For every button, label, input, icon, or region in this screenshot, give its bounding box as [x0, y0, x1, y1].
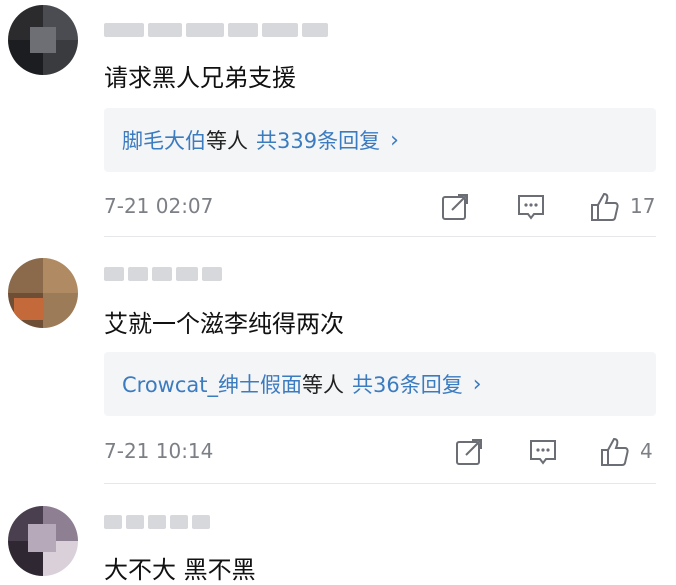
reply-mid-text: 等人 — [206, 129, 248, 153]
thumbs-up-icon[interactable] — [598, 435, 632, 469]
avatar[interactable] — [8, 506, 78, 576]
comment-timestamp: 7-21 10:14 — [104, 439, 214, 463]
avatar-pixel — [30, 27, 56, 53]
comment-item: 请求黑人兄弟支援 脚毛大伯 等人 共339条回复 › 7-21 02:07 17 — [0, 0, 676, 240]
reply-summary[interactable]: 脚毛大伯 等人 共339条回复 › — [104, 108, 656, 172]
divider — [104, 236, 656, 237]
comment-meta-row: 7-21 02:07 17 — [104, 186, 656, 226]
reply-summary[interactable]: Crowcat_绅士假面 等人 共36条回复 › — [104, 352, 656, 416]
like-count: 17 — [630, 194, 656, 218]
comment-icon[interactable] — [526, 435, 560, 469]
like-count: 4 — [640, 439, 653, 463]
comment-text: 艾就一个滋李纯得两次 — [104, 310, 344, 338]
username-blurred[interactable] — [104, 510, 210, 534]
comment-item: 大不大 黑不黑 — [0, 486, 676, 584]
avatar-pixel — [8, 258, 43, 293]
avatar-pixel — [14, 298, 44, 320]
reply-mid-text: 等人 — [302, 373, 345, 397]
avatar[interactable] — [8, 5, 78, 75]
chevron-right-icon: › — [390, 127, 399, 153]
avatar-pixel — [43, 293, 78, 328]
reply-user-link[interactable]: Crowcat_绅士假面 — [122, 369, 302, 399]
thumbs-up-icon[interactable] — [588, 190, 622, 224]
share-icon[interactable] — [438, 190, 472, 224]
comment-text: 请求黑人兄弟支援 — [104, 64, 296, 92]
reply-user-link[interactable]: 脚毛大伯 — [122, 125, 206, 155]
reply-count-link[interactable]: 共339条回复 — [256, 125, 380, 155]
avatar-pixel — [28, 524, 56, 552]
share-icon[interactable] — [452, 435, 486, 469]
chevron-right-icon: › — [472, 371, 482, 397]
comment-text: 大不大 黑不黑 — [104, 556, 256, 584]
divider — [104, 483, 656, 484]
comment-timestamp: 7-21 02:07 — [104, 194, 214, 218]
comment-meta-row: 7-21 10:14 4 — [104, 431, 656, 471]
username-blurred[interactable] — [104, 262, 222, 286]
reply-count-link[interactable]: 共36条回复 — [352, 369, 463, 399]
comment-item: 艾就一个滋李纯得两次 Crowcat_绅士假面 等人 共36条回复 › 7-21… — [0, 240, 676, 486]
username-blurred[interactable] — [104, 18, 328, 42]
comment-icon[interactable] — [514, 190, 548, 224]
avatar[interactable] — [8, 258, 78, 328]
avatar-pixel — [43, 258, 78, 293]
